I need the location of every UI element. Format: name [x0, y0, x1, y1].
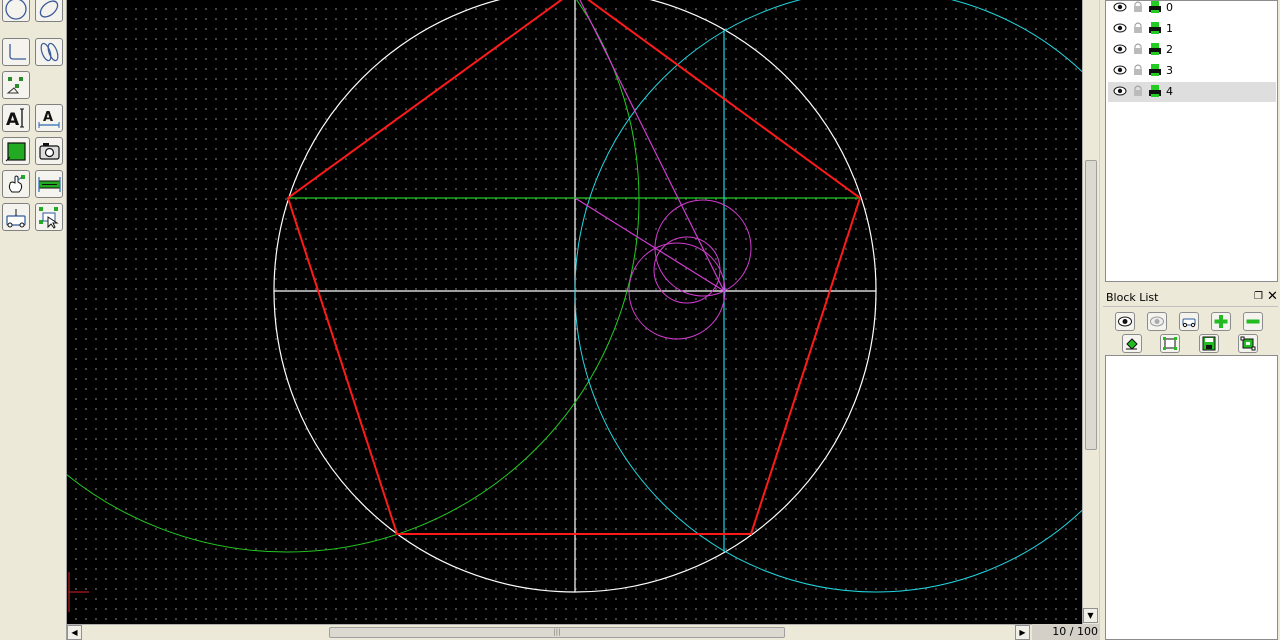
- layer-row-0[interactable]: 0: [1108, 0, 1276, 18]
- spline-icon: [40, 42, 59, 62]
- grip-icon: |||: [553, 628, 561, 636]
- float-window-icon[interactable]: ❐: [1254, 291, 1263, 302]
- circle-tool-button[interactable]: [2, 0, 30, 22]
- tool-palette: A A: [0, 0, 67, 640]
- save-block-button[interactable]: [1199, 334, 1219, 353]
- vertical-scroll-thumb[interactable]: [1085, 160, 1097, 450]
- select-icon: [39, 207, 59, 229]
- zoom-readout: 10 / 100: [1052, 625, 1098, 638]
- printer-icon[interactable]: [1148, 42, 1162, 56]
- polyline-tool-button[interactable]: [2, 38, 30, 66]
- layer-row-3[interactable]: 3: [1108, 61, 1276, 81]
- block-tool-button[interactable]: [2, 203, 30, 231]
- edit-block-button[interactable]: [1160, 334, 1180, 353]
- hide-all-blocks-button[interactable]: [1147, 312, 1167, 331]
- printer-icon[interactable]: [1148, 63, 1162, 77]
- modify-icon: [8, 175, 25, 193]
- hatch-icon: [5, 142, 26, 162]
- add-block-icon: [1214, 315, 1228, 328]
- close-icon[interactable]: ✕: [1267, 289, 1278, 304]
- scroll-left-button[interactable]: ◀: [67, 625, 82, 640]
- lock-icon[interactable]: [1132, 42, 1144, 56]
- lock-icon[interactable]: [1132, 84, 1144, 98]
- chevron-right-icon: ▶: [1019, 628, 1026, 637]
- chevron-left-icon: ◀: [71, 628, 78, 637]
- eye-icon[interactable]: [1113, 21, 1127, 35]
- rename-block-icon: [1126, 338, 1138, 350]
- show-block-icon: [1118, 316, 1132, 327]
- eye-icon[interactable]: [1113, 63, 1127, 77]
- layer-row-1[interactable]: 1: [1108, 19, 1276, 39]
- show-all-blocks-button[interactable]: [1115, 312, 1135, 331]
- lock-icon[interactable]: [1132, 0, 1144, 14]
- printer-icon[interactable]: [1148, 0, 1162, 14]
- points-icon: [6, 77, 23, 94]
- insert-block-icon: [1240, 336, 1256, 351]
- origin-marker: [68, 572, 89, 612]
- text-icon: A: [6, 108, 24, 130]
- ellipse-tool-button[interactable]: [35, 0, 63, 22]
- layer-name: 0: [1166, 1, 1173, 14]
- right-dock-panel: 0 1 2 3 4 Block List ❐ ✕: [1100, 0, 1280, 640]
- toggle-block-button[interactable]: [1179, 312, 1199, 331]
- block-list-title: Block List: [1106, 291, 1159, 304]
- green-arc: [67, 0, 640, 553]
- vertical-scrollbar[interactable]: ▼: [1082, 0, 1099, 624]
- edit-block-icon: [1163, 337, 1177, 350]
- drawing-canvas[interactable]: [67, 0, 1082, 624]
- svg-text:A: A: [43, 110, 53, 125]
- image-tool-button[interactable]: [35, 137, 63, 165]
- hatch-tool-button[interactable]: [2, 137, 30, 165]
- printer-icon[interactable]: [1148, 21, 1162, 35]
- lock-icon[interactable]: [1132, 63, 1144, 77]
- remove-block-button[interactable]: [1243, 312, 1263, 331]
- points-tool-button[interactable]: [2, 71, 30, 99]
- ellipse-icon: [39, 0, 59, 18]
- spline-tool-button[interactable]: [35, 38, 63, 66]
- layer-name: 4: [1166, 85, 1173, 98]
- layer-list[interactable]: 0 1 2 3 4: [1105, 0, 1278, 282]
- measure-icon: [38, 177, 61, 192]
- modify-tool-button[interactable]: [2, 170, 30, 198]
- chevron-down-icon: ▼: [1087, 611, 1094, 620]
- horizontal-scrollbar[interactable]: ◀ ||| ▶: [67, 624, 1032, 640]
- block-icon: [6, 209, 26, 228]
- image-icon: [39, 143, 60, 160]
- block-list-header: Block List ❐ ✕: [1103, 289, 1278, 307]
- layer-name: 2: [1166, 43, 1173, 56]
- eye-icon[interactable]: [1113, 42, 1127, 56]
- horizontal-scroll-thumb[interactable]: |||: [329, 627, 785, 638]
- toggle-block-icon: [1182, 318, 1196, 328]
- rename-block-button[interactable]: [1122, 334, 1142, 353]
- remove-block-icon: [1246, 319, 1260, 324]
- add-block-button[interactable]: [1211, 312, 1231, 331]
- circle-icon: [5, 0, 27, 20]
- block-list[interactable]: [1105, 355, 1278, 640]
- insert-block-button[interactable]: [1238, 334, 1258, 353]
- measure-tool-button[interactable]: [35, 170, 63, 198]
- layer-row-2[interactable]: 2: [1108, 40, 1276, 60]
- lock-icon[interactable]: [1132, 21, 1144, 35]
- red-pentagon: [286, 0, 862, 535]
- dimension-text-tool-button[interactable]: A: [35, 104, 63, 132]
- drawing-svg: [67, 0, 1082, 612]
- hide-block-icon: [1150, 316, 1164, 327]
- layer-name: 3: [1166, 64, 1173, 77]
- save-block-icon: [1202, 336, 1216, 351]
- svg-text:A: A: [6, 110, 20, 130]
- polyline-icon: [9, 44, 26, 60]
- eye-icon[interactable]: [1113, 84, 1127, 98]
- layer-name: 1: [1166, 22, 1173, 35]
- select-tool-button[interactable]: [35, 203, 63, 231]
- scroll-right-button[interactable]: ▶: [1015, 625, 1030, 640]
- layer-row-4[interactable]: 4: [1108, 82, 1276, 102]
- text-tool-button[interactable]: A: [2, 104, 30, 132]
- eye-icon[interactable]: [1113, 0, 1127, 14]
- printer-icon[interactable]: [1148, 84, 1162, 98]
- dimension-text-icon: A: [38, 110, 60, 128]
- scroll-down-button[interactable]: ▼: [1083, 608, 1098, 623]
